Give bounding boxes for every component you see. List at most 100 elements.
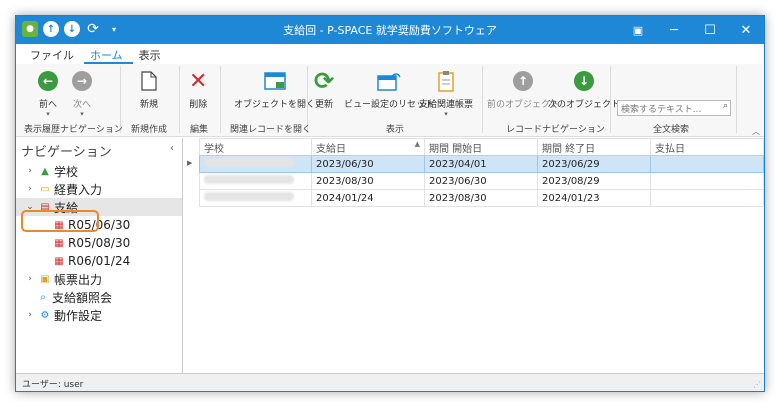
column-header-period-start[interactable]: 期間 開始日: [424, 138, 538, 156]
cell-period-start: 2023/06/30: [424, 172, 538, 190]
prev-button[interactable]: ← 前へ ▾: [38, 68, 58, 118]
menu-file[interactable]: ファイル: [24, 44, 84, 64]
calendar-icon: ▦: [54, 237, 64, 249]
cell-period-start: 2023/08/30: [424, 189, 538, 207]
chevron-left-icon[interactable]: ‹: [170, 143, 174, 154]
sidebar-item-report[interactable]: › ▣ 帳票出力: [16, 270, 182, 288]
chevron-down-icon: ▾: [80, 110, 84, 118]
menu-view[interactable]: 表示: [133, 44, 171, 64]
sidebar-item-label: R06/01/24: [68, 254, 131, 268]
column-header-paid-date[interactable]: 支払日: [650, 138, 764, 156]
clipboard-icon: [438, 71, 454, 92]
minimize-button[interactable]: ─: [656, 16, 692, 44]
column-header-school[interactable]: 学校: [199, 138, 312, 156]
arrow-up-icon: ↑: [513, 71, 533, 91]
sidebar-item-r050830[interactable]: ▦ R05/08/30: [16, 234, 182, 252]
payment-forms-label: 支給関連帳票: [419, 100, 474, 110]
report-icon: ▣: [40, 273, 50, 285]
new-document-icon: [141, 71, 157, 91]
sidebar-item-label: 学校: [54, 164, 79, 179]
arrow-right-icon: →: [72, 71, 92, 91]
table-row[interactable]: 2024/01/24 2023/08/30 2024/01/23: [199, 189, 764, 207]
cell-school: [199, 155, 312, 173]
arrow-left-icon: ←: [38, 71, 58, 91]
search-input[interactable]: 検索するテキスト... ⌕: [617, 100, 731, 116]
group-label-create: 新規作成: [131, 125, 168, 135]
refresh-green-icon: ⟳: [314, 67, 335, 95]
refresh-label: 更新: [315, 100, 334, 110]
expand-arrow-icon[interactable]: ›: [24, 274, 36, 284]
cell-payment-date: 2023/08/30: [311, 172, 425, 190]
column-header-period-end[interactable]: 期間 終了日: [537, 138, 651, 156]
group-label-fulltext: 全文検索: [653, 125, 690, 135]
close-button[interactable]: ✕: [728, 16, 764, 44]
search-placeholder: 検索するテキスト...: [621, 105, 702, 115]
table-row[interactable]: 2023/08/30 2023/06/30 2023/08/29: [199, 172, 764, 190]
cell-payment-date: 2023/06/30: [311, 155, 425, 173]
payment-table: 学校 支給日 ▲ 期間 開始日 期間 終了日 支払日 2023/06/30 202…: [199, 138, 764, 207]
navigation-sidebar: ナビゲーション ‹ › ▲ 学校 › ▭ 経費入力 ⌄ ▤ 支給 ▦ R05/0…: [16, 138, 183, 374]
open-object-button[interactable]: オブジェクトを開く: [234, 68, 315, 110]
status-user: ユーザー: user: [22, 380, 84, 390]
next-button[interactable]: → 次へ ▾: [72, 68, 92, 118]
sidebar-item-label: 動作設定: [54, 308, 103, 323]
cell-school: [199, 172, 312, 190]
open-object-label: オブジェクトを開く: [234, 100, 316, 110]
delete-x-icon: ✕: [189, 68, 208, 94]
open-window-icon: [263, 72, 286, 90]
prev-label: 前へ: [38, 100, 57, 110]
group-label-related: 関連レコードを開く: [230, 125, 312, 135]
layout-icon[interactable]: ▣: [620, 16, 656, 44]
sidebar-item-r060124[interactable]: ▦ R06/01/24: [16, 252, 182, 270]
gear-icon: ⚙: [40, 309, 50, 321]
column-header-payment-date[interactable]: 支給日 ▲: [311, 138, 425, 156]
maximize-button[interactable]: ☐: [692, 16, 728, 44]
delete-button[interactable]: ✕ 削除: [189, 68, 208, 111]
table-header-row: 学校 支給日 ▲ 期間 開始日 期間 終了日 支払日: [199, 138, 764, 156]
payment-forms-button[interactable]: 支給関連帳票 ▾: [419, 68, 473, 118]
cell-paid-date: [650, 189, 764, 207]
sort-ascending-icon: ▲: [414, 139, 420, 148]
new-label: 新規: [140, 100, 159, 110]
table-row[interactable]: 2023/06/30 2023/04/01 2023/06/29: [199, 155, 764, 173]
sidebar-item-label: 帳票出力: [54, 272, 103, 287]
selection-highlight: [21, 210, 99, 232]
collapse-ribbon-icon[interactable]: ︿: [752, 126, 760, 137]
group-label-history: 表示履歴ナビゲーション: [24, 125, 123, 135]
sidebar-item-label: 経費入力: [54, 182, 103, 197]
sidebar-item-label: 支給額照会: [52, 290, 113, 305]
refresh-button[interactable]: ⟳ 更新: [314, 67, 335, 110]
cell-period-end: 2023/08/29: [537, 172, 651, 190]
group-label-view: 表示: [386, 125, 405, 135]
calendar-icon: ▦: [54, 255, 64, 267]
cell-period-end: 2023/06/29: [537, 155, 651, 173]
cell-payment-date: 2024/01/24: [311, 189, 425, 207]
cell-period-end: 2024/01/23: [537, 189, 651, 207]
sidebar-item-inquiry[interactable]: ⌕ 支給額照会: [16, 288, 182, 306]
cell-period-start: 2023/04/01: [424, 155, 538, 173]
app-window: ● ↑ ↓ ⟳ ▾ 支給回 - P-SPACE 就学奨励費ソフトウェア ▣ ─ …: [15, 15, 765, 392]
sidebar-item-settings[interactable]: › ⚙ 動作設定: [16, 306, 182, 324]
new-button[interactable]: 新規: [140, 68, 158, 110]
expand-arrow-icon[interactable]: ›: [24, 184, 36, 194]
sidebar-item-school[interactable]: › ▲ 学校: [16, 162, 182, 180]
expand-arrow-icon[interactable]: ›: [24, 310, 36, 320]
arrow-down-icon: ↓: [574, 71, 594, 91]
reset-view-icon: [377, 73, 401, 91]
ribbon: ← 前へ ▾ → 次へ ▾ 新規 ✕ 削除 オブジェクトを開く ⟳ 更新 ビュー…: [16, 64, 764, 137]
menu-bar: ファイル ホーム 表示: [16, 44, 764, 64]
group-label-edit: 編集: [190, 125, 209, 135]
status-bar: ユーザー: user ⋰: [16, 373, 764, 391]
data-grid: ▶ 学校 支給日 ▲ 期間 開始日 期間 終了日 支払日 2023/06/30 2…: [183, 138, 764, 374]
row-pointer-icon: ▶: [187, 159, 193, 167]
title-bar: ● ↑ ↓ ⟳ ▾ 支給回 - P-SPACE 就学奨励費ソフトウェア ▣ ─ …: [16, 16, 764, 44]
sidebar-item-expense[interactable]: › ▭ 経費入力: [16, 180, 182, 198]
expand-arrow-icon[interactable]: ›: [24, 166, 36, 176]
cell-school: [199, 189, 312, 207]
resize-grip-icon[interactable]: ⋰: [753, 380, 761, 389]
school-icon: ▲: [41, 165, 49, 177]
search-icon[interactable]: ⌕: [723, 101, 728, 111]
chevron-down-icon: ▾: [444, 110, 448, 118]
folder-icon: ▭: [40, 183, 50, 195]
menu-home[interactable]: ホーム: [84, 44, 133, 64]
